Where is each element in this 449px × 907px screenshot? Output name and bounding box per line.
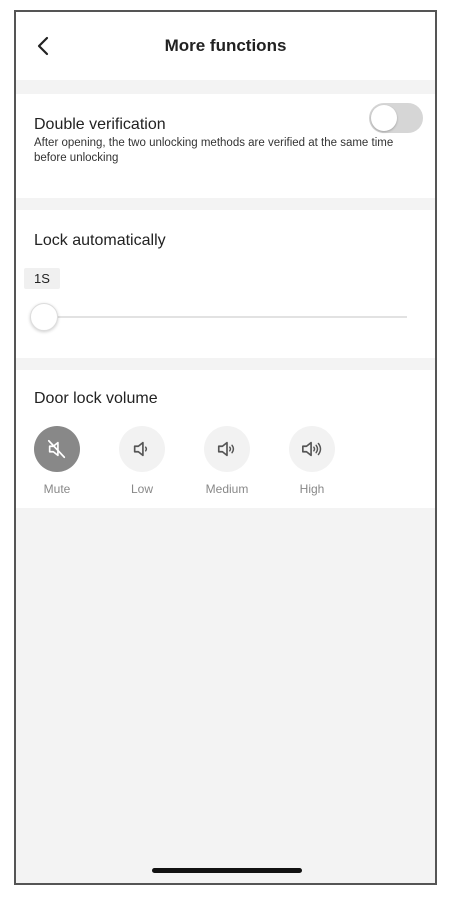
volume-option-mute[interactable]: Mute: [22, 426, 92, 496]
toggle-knob: [371, 105, 397, 131]
home-indicator[interactable]: [152, 868, 302, 873]
volume-option-label: Low: [130, 482, 153, 496]
double-verification-card: Double verification After opening, the t…: [16, 94, 435, 198]
volume-option-label: Mute: [43, 482, 71, 496]
volume-option-high-circle: [289, 426, 335, 472]
top-bar: More functions: [16, 12, 435, 80]
volume-option-low-circle: [119, 426, 165, 472]
volume-option-medium-circle: [204, 426, 250, 472]
volume-option-label: High: [299, 482, 325, 496]
lock-delay-value: 1S: [24, 268, 60, 289]
volume-option-mute-circle: [34, 426, 80, 472]
lock-delay-slider-thumb[interactable]: [30, 303, 58, 331]
volume-option-low[interactable]: Low: [107, 426, 177, 496]
phone-screen: More functions Double verification After…: [14, 10, 437, 885]
volume-option-label: Medium: [205, 482, 249, 496]
speaker-low-icon: [133, 441, 148, 457]
door-lock-volume-label: Door lock volume: [34, 390, 158, 407]
lock-automatically-label: Lock automatically: [34, 232, 166, 249]
double-verification-description: After opening, the two unlocking methods…: [34, 137, 394, 164]
lock-automatically-card: Lock automatically 1S: [16, 210, 435, 358]
speaker-medium-icon: [217, 441, 235, 457]
double-verification-label: Double verification: [34, 116, 166, 133]
page-title: More functions: [164, 36, 287, 55]
volume-option-high[interactable]: High: [277, 426, 347, 496]
speaker-high-icon: [302, 441, 322, 457]
door-lock-volume-card: Door lock volume Mute Low Medium High: [16, 370, 435, 508]
volume-option-medium[interactable]: Medium: [192, 426, 262, 496]
lock-delay-slider-track[interactable]: [44, 316, 407, 318]
double-verification-toggle[interactable]: [369, 103, 423, 133]
speaker-mute-icon: [47, 439, 66, 459]
